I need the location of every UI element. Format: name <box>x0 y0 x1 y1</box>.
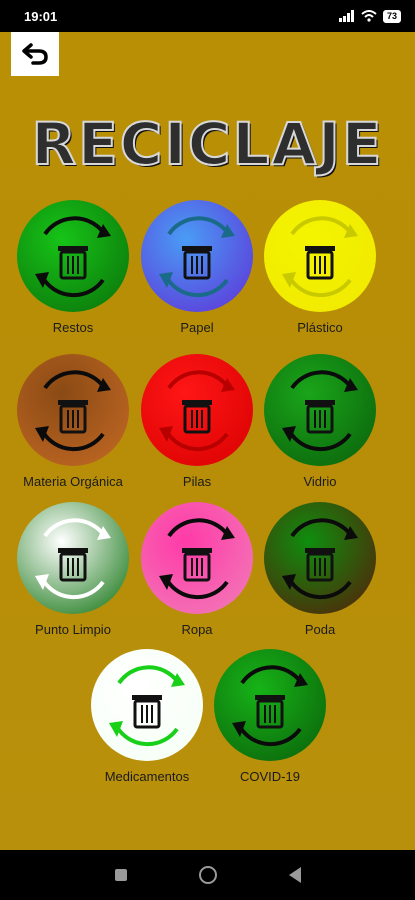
category-button[interactable] <box>264 354 376 466</box>
category-medicamentos[interactable]: Medicamentos <box>77 649 217 784</box>
page-title: RECICLAJE <box>30 109 384 179</box>
category-restos[interactable]: Restos <box>3 200 143 335</box>
category-pilas[interactable]: Pilas <box>127 354 267 489</box>
category-label: Materia Orgánica <box>23 474 123 489</box>
category-vidrio[interactable]: Vidrio <box>250 354 390 489</box>
battery-icon <box>159 370 235 452</box>
app-screen: RECICLAJE Restos Papel Plástico Materia Org… <box>0 32 415 850</box>
glass-icon <box>282 370 358 452</box>
category-button[interactable] <box>141 502 253 614</box>
category-button[interactable] <box>141 200 253 312</box>
category-label: Pilas <box>182 474 212 489</box>
system-back-button[interactable] <box>288 867 301 883</box>
battery-icon: 73 <box>382 9 401 23</box>
category-label: Papel <box>180 320 214 335</box>
clothes-icon <box>159 518 235 600</box>
category-label: Ropa <box>181 622 213 637</box>
category-papel[interactable]: Papel <box>127 200 267 335</box>
organic-icon <box>35 370 111 452</box>
medicine-icon <box>109 665 185 747</box>
trash-bin-icon <box>35 216 111 298</box>
status-time: 19:01 <box>24 8 58 24</box>
home-button[interactable] <box>198 866 217 884</box>
recents-button[interactable] <box>114 869 127 881</box>
category-ropa[interactable]: Ropa <box>127 502 267 637</box>
category-button[interactable] <box>91 649 203 761</box>
pruning-icon <box>282 518 358 600</box>
category-materia-org-nica[interactable]: Materia Orgánica <box>3 354 143 489</box>
category-punto-limpio[interactable]: Punto Limpio <box>3 502 143 637</box>
category-pl-stico[interactable]: Plástico <box>250 200 390 335</box>
clean-point-icon <box>35 518 111 600</box>
category-label: COVID-19 <box>240 769 300 784</box>
category-label: Punto Limpio <box>35 622 111 637</box>
back-arrow-icon <box>22 43 48 65</box>
status-icons: 73 <box>338 9 401 23</box>
category-label: Poda <box>304 622 336 637</box>
category-button[interactable] <box>17 200 129 312</box>
back-button[interactable] <box>11 32 59 76</box>
category-poda[interactable]: Poda <box>250 502 390 637</box>
navigation-bar <box>0 850 415 900</box>
category-button[interactable] <box>141 354 253 466</box>
plastic-icon <box>282 216 358 298</box>
category-label: Vidrio <box>303 474 337 489</box>
category-button[interactable] <box>17 354 129 466</box>
category-label: Restos <box>52 320 94 335</box>
paper-icon <box>159 216 235 298</box>
status-bar: 19:01 73 <box>0 0 415 32</box>
category-label: Plástico <box>297 320 343 335</box>
mask-icon <box>232 665 308 747</box>
signal-icon <box>338 10 354 22</box>
category-covid-19[interactable]: COVID-19 <box>200 649 340 784</box>
category-label: Medicamentos <box>104 769 190 784</box>
category-button[interactable] <box>214 649 326 761</box>
wifi-icon <box>361 10 377 22</box>
category-button[interactable] <box>17 502 129 614</box>
category-button[interactable] <box>264 200 376 312</box>
category-button[interactable] <box>264 502 376 614</box>
